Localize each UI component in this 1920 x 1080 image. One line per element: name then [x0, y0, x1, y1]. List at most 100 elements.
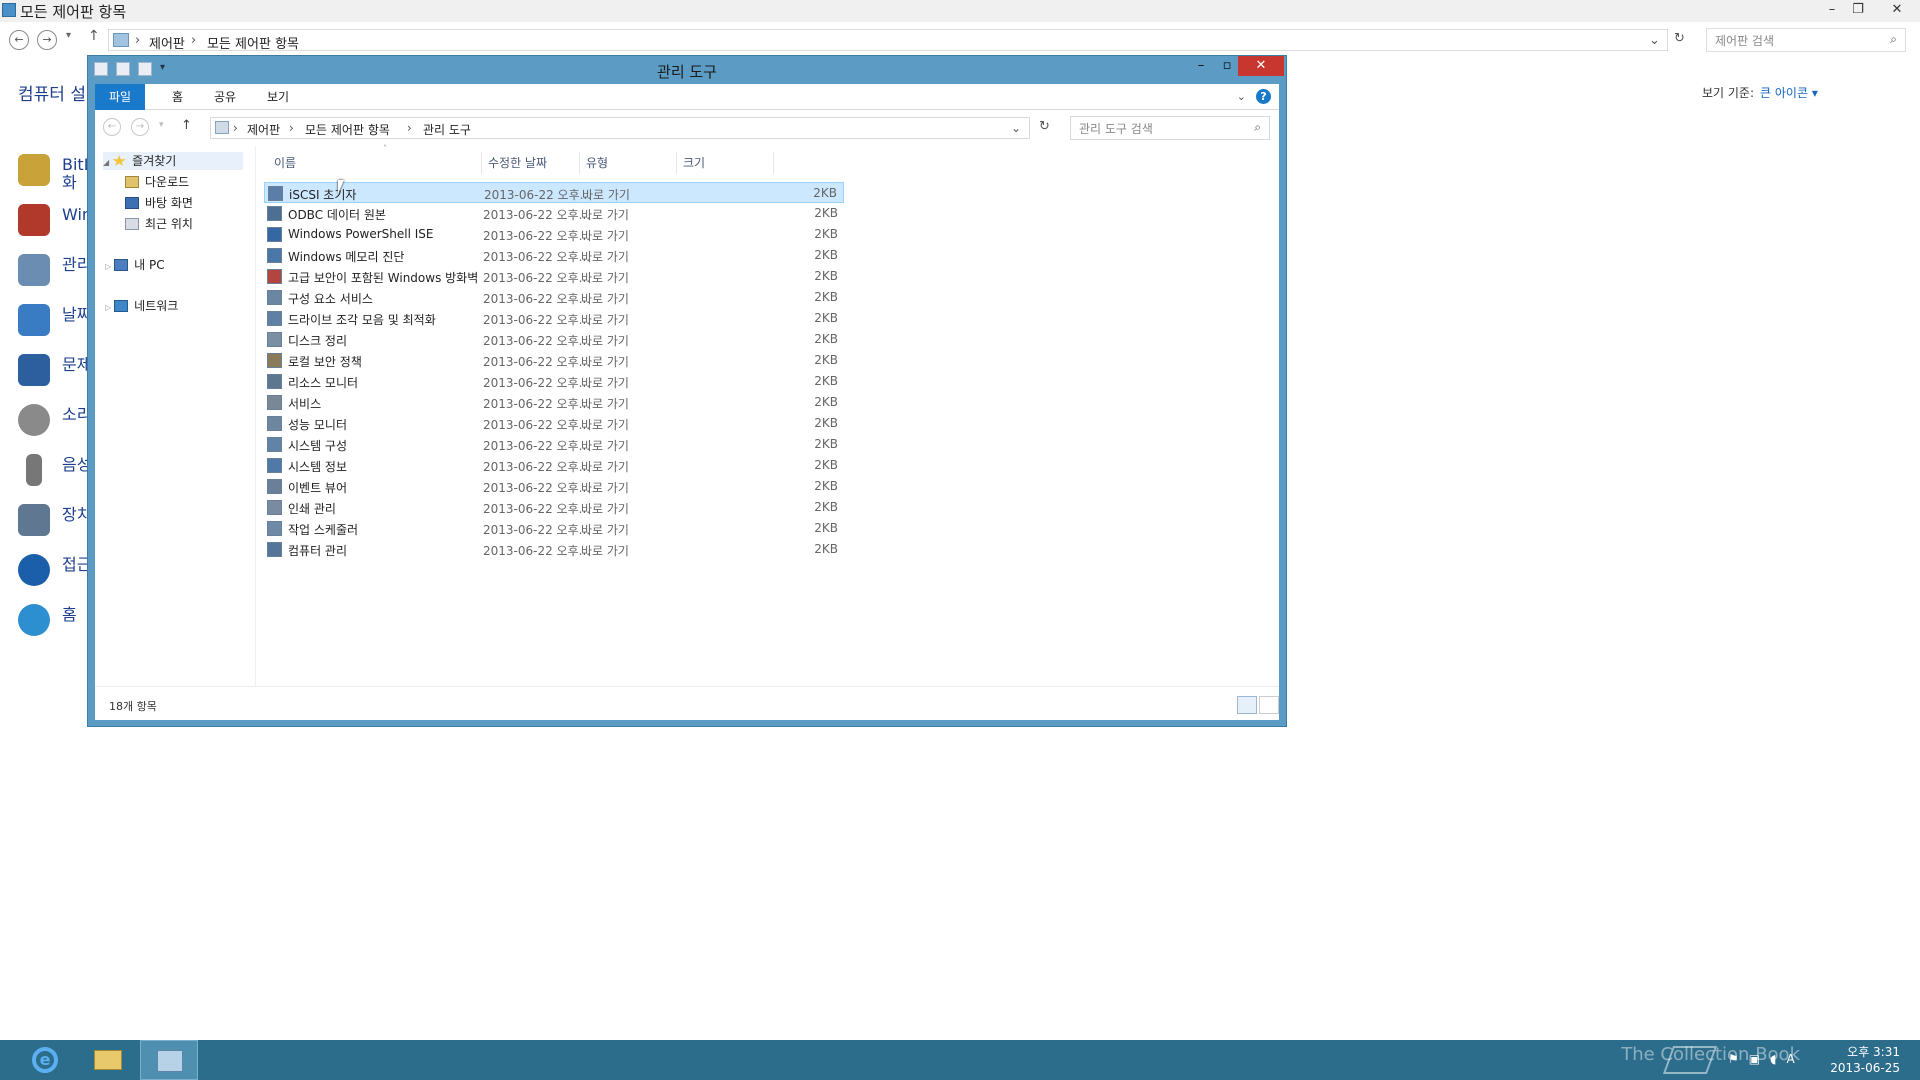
help-icon[interactable]: ? [1256, 89, 1271, 104]
shortcut-icon [267, 521, 282, 536]
file-row[interactable]: 시스템 구성 2013-06-22 오후... 바로 가기 2KB [264, 434, 844, 455]
history-dropdown-icon[interactable]: ▾ [66, 30, 71, 41]
navigation-pane: ◢ 즐겨찾기 다운로드 바탕 화면 최근 위치 ▷ 내 PC ▷ 네트워크 [95, 146, 255, 686]
file-row[interactable]: 리소스 모니터 2013-06-22 오후... 바로 가기 2KB [264, 371, 844, 392]
file-explorer-button[interactable] [78, 1040, 136, 1080]
file-name: 로컬 보안 정책 [288, 355, 362, 369]
search-input[interactable]: 관리 도구 검색 ⌕ [1070, 116, 1270, 140]
breadcrumb-segment[interactable]: 모든 제어판 항목 [207, 33, 299, 52]
back-button[interactable]: ← [103, 118, 121, 136]
tree-item-downloads[interactable]: 다운로드 [125, 173, 189, 191]
file-list-pane: ˄ 이름 수정한 날짜 유형 크기 iSCSI 초기자 2013-06-22 오후… [255, 144, 1279, 686]
clock[interactable]: 오후 3:31 2013-06-25 [1830, 1044, 1900, 1076]
file-row[interactable]: 이벤트 뷰어 2013-06-22 오후... 바로 가기 2KB [264, 476, 844, 497]
control-panel-item[interactable]: Win [18, 200, 98, 240]
column-header-type[interactable]: 유형 [586, 154, 608, 171]
back-button[interactable]: ← [9, 30, 29, 50]
file-row[interactable]: 구성 요소 서비스 2013-06-22 오후... 바로 가기 2KB [264, 287, 844, 308]
forward-button[interactable]: → [131, 118, 149, 136]
tab-home[interactable]: 홈 [158, 84, 197, 110]
control-panel-item[interactable]: 장치 [18, 500, 98, 540]
file-type: 바로 가기 [581, 208, 629, 222]
control-panel-item[interactable]: 날짜 [18, 300, 98, 340]
file-row[interactable]: Windows PowerShell ISE 2013-06-22 오후... 바로… [264, 224, 844, 245]
shortcut-icon [267, 353, 282, 368]
up-button[interactable]: ↑ [88, 28, 100, 44]
file-type: 바로 가기 [581, 376, 629, 390]
file-row[interactable]: 컴퓨터 관리 2013-06-22 오후... 바로 가기 2KB [264, 539, 844, 560]
tab-share[interactable]: 공유 [200, 84, 250, 110]
minimize-button[interactable]: – [1188, 56, 1214, 76]
flag-icon[interactable]: ⚑ [1728, 1052, 1739, 1066]
details-view-button[interactable] [1237, 696, 1257, 714]
forward-button[interactable]: → [37, 30, 57, 50]
file-type: 바로 가기 [582, 188, 630, 202]
breadcrumb-segment[interactable]: 제어판 [247, 121, 280, 138]
file-row[interactable]: 고급 보안이 포함된 Windows 방화벽 2013-06-22 오후... 바로… [264, 266, 844, 287]
file-row[interactable]: 로컬 보안 정책 2013-06-22 오후... 바로 가기 2KB [264, 350, 844, 371]
restore-button[interactable]: ❐ [1846, 0, 1870, 20]
control-panel-item[interactable]: 관리 [18, 250, 98, 290]
maximize-button[interactable]: ▫ [1214, 56, 1240, 76]
file-row[interactable]: ODBC 데이터 원본 2013-06-22 오후... 바로 가기 2KB [264, 203, 844, 224]
background-search-input[interactable]: 제어판 검색 ⌕ [1706, 28, 1906, 52]
control-panel-item[interactable]: 문제 [18, 350, 98, 390]
file-type: 바로 가기 [581, 544, 629, 558]
tree-item-network[interactable]: ▷ 네트워크 [105, 297, 178, 315]
column-header-name[interactable]: 이름 [274, 154, 296, 171]
tab-file[interactable]: 파일 [95, 84, 146, 110]
tree-item-desktop[interactable]: 바탕 화면 [125, 194, 193, 212]
close-button[interactable]: ✕ [1238, 56, 1284, 76]
file-row[interactable]: 디스크 정리 2013-06-22 오후... 바로 가기 2KB [264, 329, 844, 350]
tree-item-this-pc[interactable]: ▷ 내 PC [105, 256, 165, 274]
network-icon[interactable]: ▣ [1749, 1052, 1760, 1066]
minimize-button[interactable]: – [1820, 0, 1844, 20]
file-type: 바로 가기 [581, 460, 629, 474]
tree-item-recent[interactable]: 최근 위치 [125, 215, 193, 233]
volume-icon[interactable]: ◖ [1770, 1052, 1776, 1066]
control-panel-item[interactable]: BitL 화 [18, 150, 98, 192]
view-by-dropdown[interactable]: 큰 아이콘 ▾ [1760, 86, 1818, 100]
address-dropdown-icon[interactable]: ⌄ [1011, 121, 1021, 135]
expand-icon[interactable]: ▷ [105, 262, 111, 271]
file-row[interactable]: 성능 모니터 2013-06-22 오후... 바로 가기 2KB [264, 413, 844, 434]
file-type: 바로 가기 [581, 292, 629, 306]
control-panel-icon [2, 3, 16, 17]
file-row[interactable]: 작업 스케줄러 2013-06-22 오후... 바로 가기 2KB [264, 518, 844, 539]
expand-ribbon-icon[interactable]: ⌄ [1237, 90, 1246, 103]
tree-item-favorites[interactable]: ◢ 즐겨찾기 [103, 152, 243, 170]
refresh-icon[interactable]: ↻ [1674, 31, 1685, 46]
file-row[interactable]: iSCSI 초기자 2013-06-22 오후... 바로 가기 2KB [264, 182, 844, 203]
file-size: 2KB [814, 374, 838, 388]
breadcrumb-segment[interactable]: 관리 도구 [423, 121, 471, 138]
internet-explorer-button[interactable]: e [16, 1040, 74, 1080]
file-row[interactable]: 인쇄 관리 2013-06-22 오후... 바로 가기 2KB [264, 497, 844, 518]
file-row[interactable]: 드라이브 조각 모음 및 최적화 2013-06-22 오후... 바로 가기 2KB [264, 308, 844, 329]
history-dropdown-icon[interactable]: ▾ [159, 120, 164, 130]
up-button[interactable]: ↑ [181, 118, 192, 133]
background-address-bar[interactable]: › 제어판 › 모든 제어판 항목 ⌄ [108, 29, 1668, 52]
control-panel-item[interactable]: 홈 [18, 600, 98, 640]
control-panel-taskbar-button[interactable] [140, 1040, 198, 1080]
column-header-date[interactable]: 수정한 날짜 [488, 154, 547, 171]
control-panel-item[interactable]: 소리 [18, 400, 98, 440]
breadcrumb-segment[interactable]: 제어판 [149, 33, 185, 52]
ime-indicator[interactable]: A [1786, 1052, 1794, 1066]
navigation-bar: ← → ▾ ↑ › 제어판 › 모든 제어판 항목 › 관리 도구 ⌄ ↻ 관리… [95, 110, 1279, 146]
tab-view[interactable]: 보기 [253, 84, 303, 110]
control-panel-item[interactable]: 접근 [18, 550, 98, 590]
expand-icon[interactable]: ▷ [105, 303, 111, 312]
address-bar[interactable]: › 제어판 › 모든 제어판 항목 › 관리 도구 ⌄ [210, 117, 1030, 139]
collapse-icon[interactable]: ◢ [103, 158, 109, 167]
large-icons-view-button[interactable] [1259, 696, 1279, 714]
file-date: 2013-06-22 오후... [483, 439, 591, 453]
control-panel-item[interactable]: 음성 [18, 450, 98, 490]
file-row[interactable]: 서비스 2013-06-22 오후... 바로 가기 2KB [264, 392, 844, 413]
column-header-size[interactable]: 크기 [683, 154, 705, 171]
breadcrumb-segment[interactable]: 모든 제어판 항목 [305, 121, 390, 138]
file-row[interactable]: Windows 메모리 진단 2013-06-22 오후... 바로 가기 2KB [264, 245, 844, 266]
address-dropdown-icon[interactable]: ⌄ [1649, 33, 1660, 48]
close-button[interactable]: ✕ [1882, 0, 1912, 20]
refresh-icon[interactable]: ↻ [1039, 119, 1050, 134]
file-row[interactable]: 시스템 정보 2013-06-22 오후... 바로 가기 2KB [264, 455, 844, 476]
